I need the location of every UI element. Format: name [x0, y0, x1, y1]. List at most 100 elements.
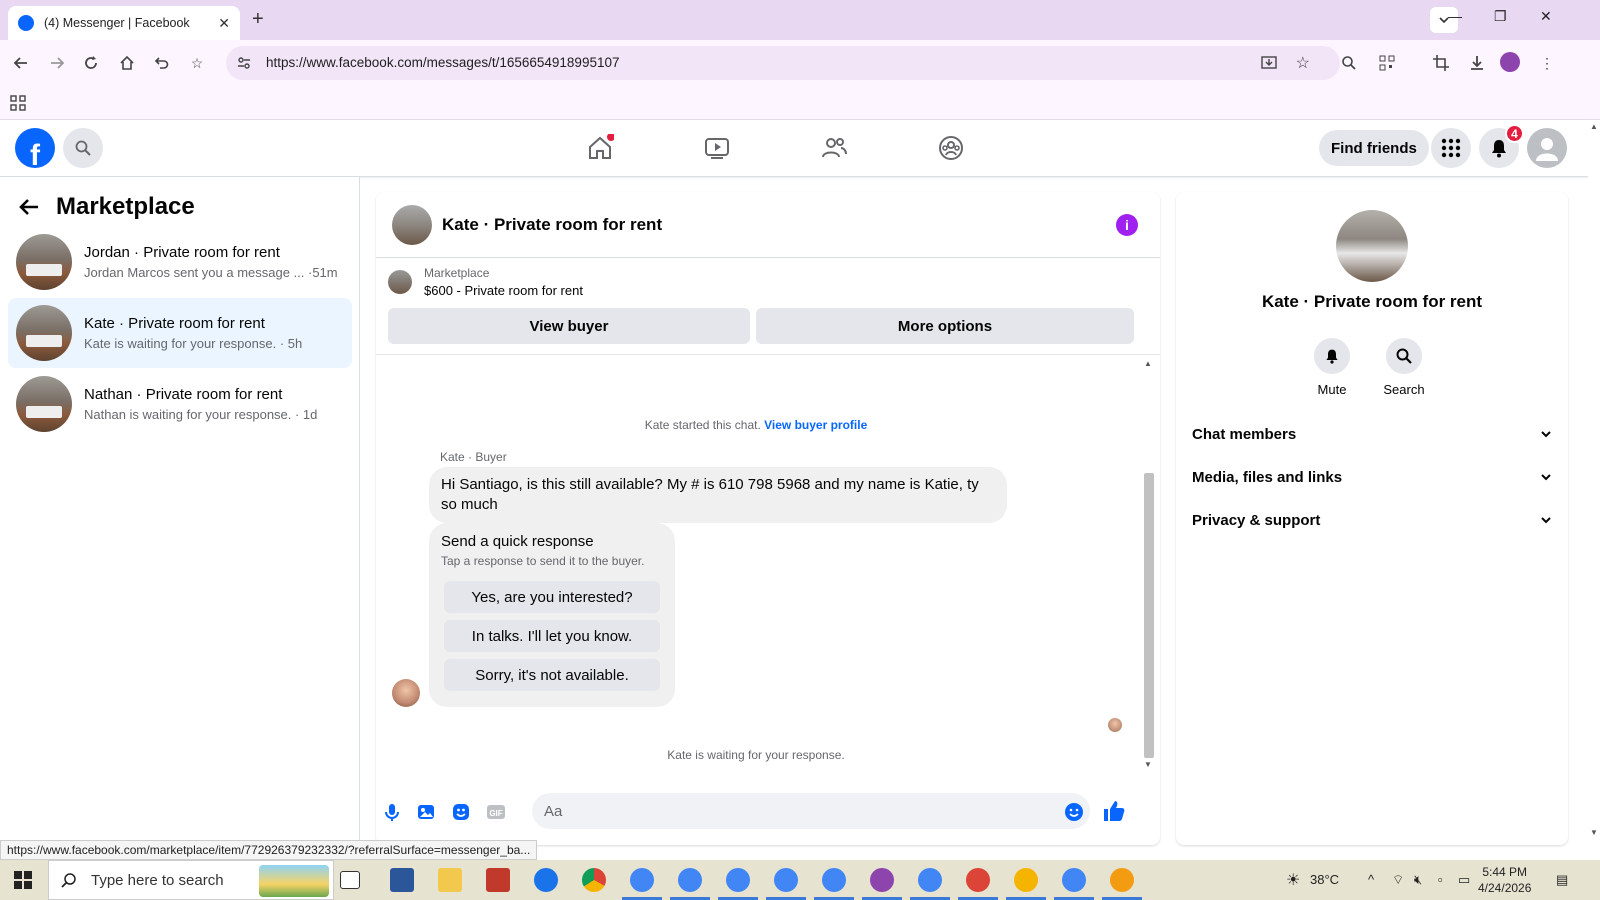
more-options-button[interactable]: More options	[756, 308, 1134, 344]
back-icon[interactable]	[10, 52, 32, 74]
mute-button[interactable]: Mute	[1302, 338, 1362, 397]
downloads-icon[interactable]	[1466, 52, 1488, 74]
chrome-profile-icon[interactable]	[678, 868, 702, 892]
chat-members-section[interactable]: Chat members	[1192, 414, 1552, 454]
device-icon[interactable]: ▫	[1438, 872, 1443, 887]
bookmarks-bar	[0, 86, 1600, 120]
search-icon	[75, 140, 91, 156]
privacy-support-section[interactable]: Privacy & support	[1192, 500, 1552, 540]
groups-nav-icon[interactable]	[937, 134, 965, 162]
media-files-links-section[interactable]: Media, files and links	[1192, 457, 1552, 497]
notification-center-icon[interactable]: ▤	[1556, 872, 1568, 888]
conversation-avatar[interactable]	[1336, 210, 1408, 282]
chrome-profile-icon[interactable]	[1062, 868, 1086, 892]
account-avatar[interactable]	[1527, 128, 1567, 168]
crop-screenshot-icon[interactable]	[1430, 52, 1452, 74]
close-window-icon[interactable]: ✕	[1540, 8, 1552, 25]
temperature-text[interactable]: 38°C	[1310, 872, 1339, 887]
chrome-active-profile-icon[interactable]	[870, 868, 894, 892]
chrome-profile-icon[interactable]	[630, 868, 654, 892]
apps-grid-icon[interactable]	[10, 95, 26, 111]
thumbs-up-icon[interactable]	[1102, 799, 1126, 823]
taskbar-search-box[interactable]: Type here to search	[48, 860, 334, 900]
photo-icon[interactable]	[416, 802, 436, 822]
app-icon[interactable]	[486, 868, 510, 892]
back-arrow-icon[interactable]	[18, 196, 40, 218]
network-icon[interactable]: ⌔	[1392, 872, 1404, 888]
chrome-blue-icon[interactable]	[534, 868, 558, 892]
search-facebook-button[interactable]	[63, 128, 103, 168]
chrome-profile-icon[interactable]	[1014, 868, 1038, 892]
windows-start-icon[interactable]	[14, 871, 32, 889]
quick-response-button[interactable]: In talks. I'll let you know.	[444, 620, 660, 652]
weather-icon[interactable]: ☀	[1286, 870, 1300, 890]
volume-muted-icon[interactable]: 🔇︎	[1414, 872, 1422, 888]
chrome-icon[interactable]	[582, 868, 606, 892]
conversation-item-active[interactable]: Kate · Private room for rent Kate is wai…	[8, 298, 352, 368]
chrome-profile-icon[interactable]	[918, 868, 942, 892]
system-clock[interactable]: 5:44 PM 4/24/2026	[1478, 864, 1531, 896]
scrollbar-thumb[interactable]	[1144, 473, 1154, 758]
tray-chevron-up-icon[interactable]: ^	[1368, 872, 1374, 887]
seen-indicator-avatar	[1108, 718, 1122, 732]
page-scroll-up-icon[interactable]: ▲	[1590, 122, 1598, 131]
menu-kebab-icon[interactable]: ⋮	[1536, 52, 1558, 74]
menu-button[interactable]	[1431, 128, 1471, 168]
view-buyer-profile-link[interactable]: View buyer profile	[764, 418, 867, 432]
word-app-icon[interactable]	[390, 868, 414, 892]
sender-avatar[interactable]	[392, 679, 420, 707]
chat-title[interactable]: Kate · Private room for rent	[442, 215, 662, 235]
listing-summary[interactable]: Marketplace $600 - Private room for rent	[388, 266, 583, 298]
conversation-item[interactable]: Jordan · Private room for rent Jordan Ma…	[8, 227, 352, 297]
scroll-up-icon[interactable]: ▲	[1144, 359, 1152, 368]
chrome-profile-icon[interactable]	[726, 868, 750, 892]
emoji-icon[interactable]	[1064, 802, 1084, 822]
listing-price-title: $600 - Private room for rent	[424, 283, 583, 298]
bookmark-star-icon[interactable]: ☆	[186, 52, 208, 74]
close-tab-icon[interactable]: ✕	[218, 15, 230, 32]
page-scroll-down-icon[interactable]: ▼	[1590, 828, 1598, 837]
reload-icon[interactable]	[80, 52, 102, 74]
site-info-icon[interactable]	[236, 55, 252, 71]
chat-avatar[interactable]	[392, 204, 432, 245]
home-nav-icon[interactable]	[586, 134, 614, 162]
quick-response-subtitle: Tap a response to send it to the buyer.	[441, 554, 645, 568]
install-app-icon[interactable]	[1260, 54, 1278, 72]
gif-icon[interactable]: GIF	[486, 802, 506, 822]
forward-icon[interactable]	[46, 52, 68, 74]
home-icon[interactable]	[116, 52, 138, 74]
chrome-profile-icon[interactable]	[1110, 868, 1134, 892]
message-input[interactable]	[532, 793, 1090, 829]
bookmark-page-icon[interactable]: ☆	[1296, 53, 1310, 73]
file-explorer-icon[interactable]	[438, 868, 462, 892]
task-view-icon[interactable]	[340, 871, 360, 889]
sticker-icon[interactable]	[451, 802, 471, 822]
profile-avatar-icon[interactable]	[1500, 52, 1520, 72]
browser-tab[interactable]: (4) Messenger | Facebook ✕	[8, 6, 240, 40]
page-scrollbar[interactable]: ▲ ▼	[1588, 120, 1600, 860]
restore-icon[interactable]: ❐	[1494, 8, 1507, 25]
thread-scrollbar[interactable]: ▲ ▼	[1142, 355, 1154, 773]
new-tab-icon[interactable]: +	[252, 8, 264, 31]
address-bar[interactable]: https://www.facebook.com/messages/t/1656…	[226, 46, 1340, 80]
zoom-search-icon[interactable]	[1338, 52, 1360, 74]
battery-icon[interactable]: ▭	[1458, 872, 1470, 888]
find-friends-button[interactable]: Find friends	[1319, 130, 1429, 166]
chrome-red-profile-icon[interactable]	[966, 868, 990, 892]
quick-response-button[interactable]: Yes, are you interested?	[444, 581, 660, 613]
friends-nav-icon[interactable]	[820, 134, 848, 162]
info-icon[interactable]: i	[1116, 214, 1138, 236]
scroll-down-icon[interactable]: ▼	[1144, 760, 1152, 769]
chrome-profile-icon[interactable]	[822, 868, 846, 892]
microphone-icon[interactable]	[382, 802, 402, 822]
undo-icon[interactable]	[150, 52, 172, 74]
conversation-item[interactable]: Nathan · Private room for rent Nathan is…	[8, 369, 352, 439]
view-buyer-button[interactable]: View buyer	[388, 308, 750, 344]
video-nav-icon[interactable]	[703, 134, 731, 162]
chrome-profile-icon[interactable]	[774, 868, 798, 892]
quick-response-button[interactable]: Sorry, it's not available.	[444, 659, 660, 691]
search-conversation-button[interactable]: Search	[1374, 338, 1434, 397]
facebook-logo[interactable]: f	[15, 128, 55, 168]
qr-code-icon[interactable]	[1376, 52, 1398, 74]
minimize-icon[interactable]: —	[1448, 8, 1462, 24]
